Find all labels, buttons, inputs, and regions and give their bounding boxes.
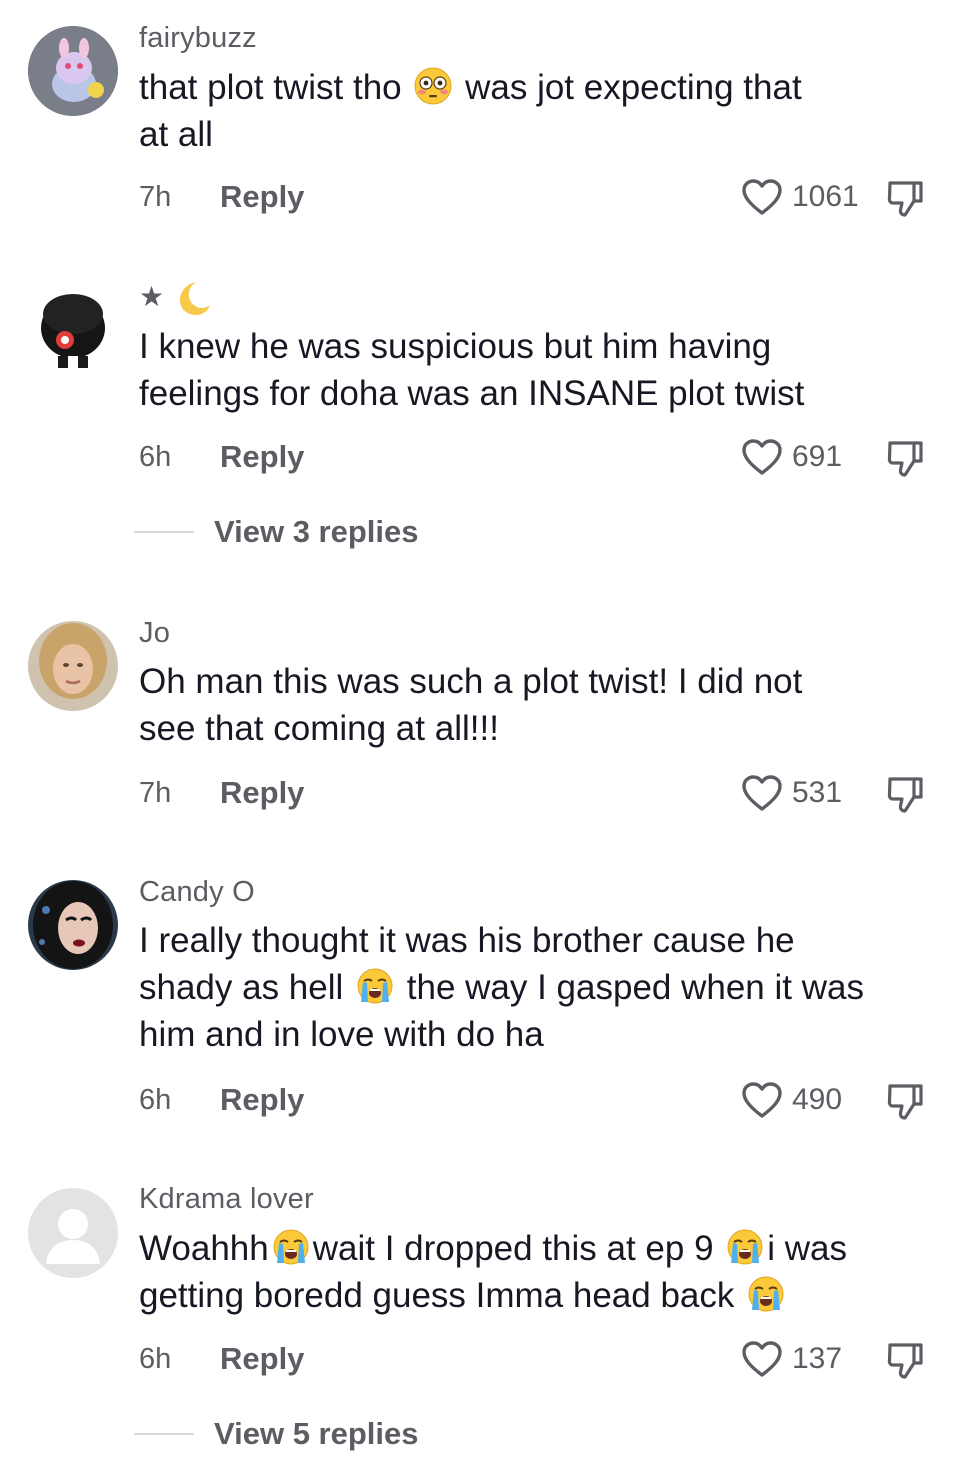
timestamp: 6h	[139, 1343, 172, 1375]
heart-icon	[740, 437, 784, 477]
comment-text-line: that plot twist tho was jot expecting th…	[139, 64, 939, 111]
view-replies-label: View 3 replies	[214, 514, 419, 549]
view-replies-button[interactable]: View 5 replies	[134, 1416, 419, 1452]
thumbs-down-icon	[884, 1339, 926, 1381]
avatar[interactable]	[28, 26, 118, 116]
heart-icon	[740, 177, 784, 217]
view-replies-button[interactable]: View 3 replies	[134, 514, 419, 550]
comment-text-segment: I knew he was suspicious but him having	[139, 327, 772, 366]
heart-icon	[740, 1080, 784, 1120]
comment-text: I really thought it was his brother caus…	[139, 917, 939, 1058]
dislike-button[interactable]	[884, 1080, 926, 1122]
comment-text-line: shady as hell the way I gasped when it w…	[139, 964, 939, 1011]
username[interactable]: fairybuzz	[139, 22, 257, 55]
avatar[interactable]	[28, 621, 118, 711]
timestamp: 7h	[139, 181, 172, 213]
avatar[interactable]	[28, 1188, 118, 1278]
comment-text-segment: see that coming at all!!!	[139, 709, 499, 748]
comment-text-segment: him and in love with do ha	[139, 1015, 544, 1054]
comment-text-segment: Oh man this was such a plot twist! I did…	[139, 662, 803, 701]
comment-text-segment: getting boredd guess Imma head back	[139, 1276, 745, 1315]
comment-text-line: Oh man this was such a plot twist! I did…	[139, 658, 939, 705]
reply-button[interactable]: Reply	[220, 179, 304, 215]
like-count: 490	[792, 1083, 843, 1116]
avatar[interactable]	[28, 880, 118, 970]
like-count: 1061	[792, 180, 859, 213]
thumbs-down-icon	[884, 773, 926, 815]
divider	[134, 531, 194, 533]
reply-button[interactable]: Reply	[220, 1341, 304, 1377]
loudly-crying-face-icon	[746, 1274, 786, 1314]
like-button[interactable]: 691	[740, 435, 842, 479]
loudly-crying-face-icon	[271, 1227, 311, 1267]
avatar[interactable]	[28, 286, 118, 376]
username[interactable]: Candy O	[139, 876, 255, 909]
dislike-button[interactable]	[884, 177, 926, 219]
thumbs-down-icon	[884, 437, 926, 479]
reply-button[interactable]: Reply	[220, 775, 304, 811]
flushed-face-icon	[413, 66, 453, 106]
reply-button[interactable]: Reply	[220, 1082, 304, 1118]
star-glyph: ★	[139, 281, 165, 312]
timestamp: 6h	[139, 441, 172, 473]
divider	[134, 1433, 194, 1435]
like-count: 691	[792, 440, 843, 473]
comment-text-segment: that plot twist tho	[139, 68, 412, 107]
comment-text: that plot twist tho was jot expecting th…	[139, 64, 939, 158]
comment-text-segment: Woahhh	[139, 1229, 269, 1268]
timestamp: 7h	[139, 777, 172, 809]
like-button[interactable]: 137	[740, 1337, 842, 1381]
like-count: 137	[792, 1342, 843, 1375]
thumbs-down-icon	[884, 177, 926, 219]
like-count: 531	[792, 776, 843, 809]
like-button[interactable]: 490	[740, 1078, 842, 1122]
username[interactable]: Kdrama lover	[139, 1183, 314, 1216]
loudly-crying-face-icon	[725, 1227, 765, 1267]
heart-icon	[740, 1339, 784, 1379]
comment-text-line: at all	[139, 111, 939, 158]
comment-text-line: I knew he was suspicious but him having	[139, 323, 939, 370]
comment-text-line: him and in love with do ha	[139, 1011, 939, 1058]
comment-text-segment: i was	[767, 1229, 848, 1268]
username[interactable]: Jo	[139, 617, 170, 650]
comment-text-line: Woahhh wait I dropped this at ep 9 i was	[139, 1225, 939, 1272]
comment-text: I knew he was suspicious but him having f…	[139, 323, 939, 417]
username[interactable]: ★	[139, 278, 211, 315]
like-button[interactable]: 531	[740, 771, 842, 815]
comment-text: Woahhh wait I dropped this at ep 9 i was g…	[139, 1225, 939, 1319]
comment-text-segment: was jot expecting that	[455, 68, 802, 107]
heart-icon	[740, 773, 784, 813]
crescent-moon-icon	[174, 278, 211, 315]
dislike-button[interactable]	[884, 773, 926, 815]
thumbs-down-icon	[884, 1080, 926, 1122]
view-replies-label: View 5 replies	[214, 1416, 419, 1451]
comment-text-line: I really thought it was his brother caus…	[139, 917, 939, 964]
like-button[interactable]: 1061	[740, 175, 859, 219]
comment-text-segment: feelings for doha was an INSANE plot twi…	[139, 374, 805, 413]
comment-text-segment: at all	[139, 115, 213, 154]
comment-text-line: getting boredd guess Imma head back	[139, 1272, 939, 1319]
comment-text-segment: I really thought it was his brother caus…	[139, 921, 795, 960]
comment-text-line: see that coming at all!!!	[139, 705, 939, 752]
timestamp: 6h	[139, 1084, 172, 1116]
dislike-button[interactable]	[884, 437, 926, 479]
dislike-button[interactable]	[884, 1339, 926, 1381]
comment-text: Oh man this was such a plot twist! I did…	[139, 658, 939, 752]
comment-text-segment: shady as hell	[139, 968, 354, 1007]
comment-text-segment: wait I dropped this at ep 9	[312, 1229, 724, 1268]
comment-text-segment: the way I gasped when it was	[397, 968, 864, 1007]
comment-text-line: feelings for doha was an INSANE plot twi…	[139, 370, 939, 417]
reply-button[interactable]: Reply	[220, 439, 304, 475]
loudly-crying-face-icon	[355, 966, 395, 1006]
